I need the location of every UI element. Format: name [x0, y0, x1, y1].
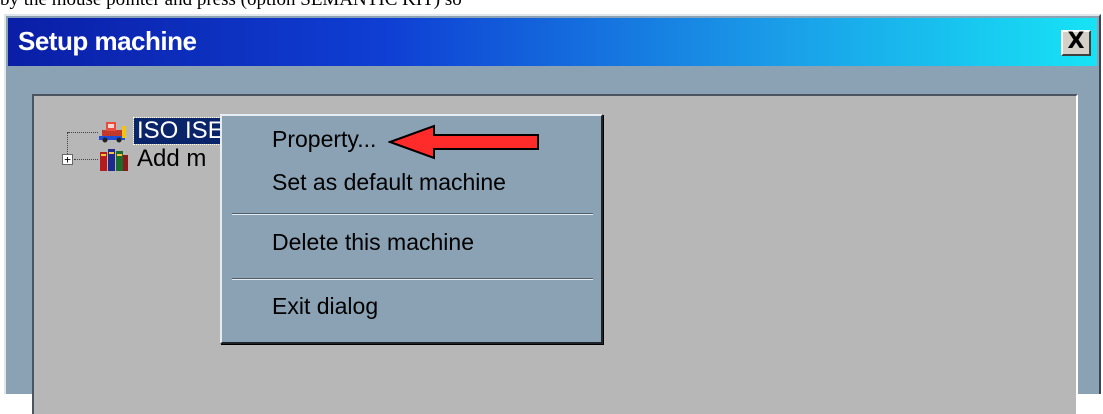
tree-connector: [67, 132, 68, 154]
tree-connector: [68, 132, 98, 133]
close-icon: X: [1067, 29, 1085, 54]
menu-item-exit-dialog[interactable]: Exit dialog: [272, 293, 378, 320]
machine-icon: [96, 118, 130, 144]
window-title: Setup machine: [18, 26, 197, 56]
annotation-arrow-icon: [388, 124, 539, 160]
setup-machine-dialog: Setup machine X + ISO ISEL Add m Propert…: [4, 14, 1101, 414]
menu-item-property[interactable]: Property...: [272, 126, 376, 153]
tree-connector: [74, 159, 98, 160]
books-icon: [96, 146, 130, 172]
menu-item-delete-machine[interactable]: Delete this machine: [272, 229, 474, 256]
menu-separator: [232, 278, 593, 280]
tree-item-label: Add m: [137, 145, 207, 172]
expand-toggle[interactable]: +: [62, 154, 73, 165]
tree-item-add-machine[interactable]: Add m: [96, 146, 209, 172]
menu-separator: [232, 213, 593, 215]
document-text-fragment: by the mouse pointer and press (option S…: [0, 0, 1103, 9]
title-bar[interactable]: Setup machine X: [8, 18, 1097, 66]
close-button[interactable]: X: [1061, 30, 1091, 56]
menu-item-set-default[interactable]: Set as default machine: [272, 169, 506, 196]
tree-item-iso-isel[interactable]: ISO ISEL: [96, 117, 242, 145]
